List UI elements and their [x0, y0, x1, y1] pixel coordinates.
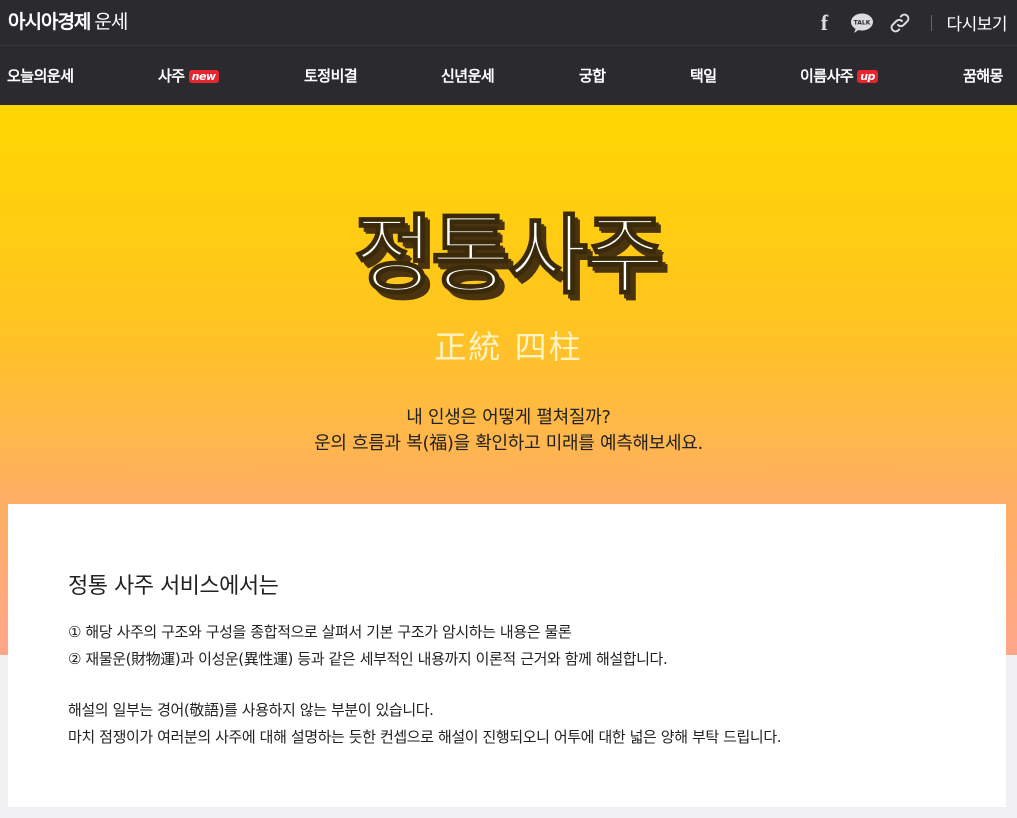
nav-item-label: 택일 [690, 67, 717, 85]
top-bar: 아시아경제 운세 f TALK 다시보기 [0, 0, 1017, 45]
nav-item-name-saju[interactable]: 이름사주 up [800, 46, 878, 106]
nav-item-label: 오늘의운세 [7, 67, 74, 85]
nav-item-compatibility[interactable]: 궁합 [579, 46, 606, 106]
nav-item-label: 신년운세 [441, 67, 495, 85]
hero-hanja: 正統 四柱 [434, 328, 583, 366]
facebook-icon[interactable]: f [811, 10, 837, 36]
hero-desc-line: 내 인생은 어떻게 펼쳐질까? [406, 407, 611, 428]
nav-item-label: 이름사주 [800, 67, 854, 85]
kakaotalk-icon[interactable]: TALK [849, 10, 875, 36]
intro-line: ① 해당 사주의 구조와 구성을 종합적으로 살펴서 기본 구조가 암시하는 내… [68, 623, 572, 641]
hero-desc-line: 운의 흐름과 복(福)을 확인하고 미래를 예측해보세요. [314, 433, 703, 454]
hero-description: 내 인생은 어떻게 펼쳐질까? 운의 흐름과 복(福)을 확인하고 미래를 예측… [0, 405, 1017, 457]
header-actions: f TALK 다시보기 [811, 0, 1008, 45]
nav-item-date-selection[interactable]: 택일 [690, 46, 717, 106]
intro-line: ② 재물운(財物運)과 이성운(異性運) 등과 같은 세부적인 내용까지 이론적… [68, 650, 668, 668]
hero-title: 정통사주 [353, 205, 665, 307]
brand-main: 아시아경제 [8, 11, 91, 33]
intro-line: 마치 점쟁이가 여러분의 사주에 대해 설명하는 듯한 컨셉으로 해설이 진행되… [68, 728, 782, 746]
header-divider [931, 14, 933, 31]
nav-item-tojeong[interactable]: 토정비결 [304, 46, 358, 106]
kakaotalk-label: TALK [854, 19, 871, 26]
nav-item-label: 꿈해몽 [963, 67, 1003, 85]
nav-item-dream[interactable]: 꿈해몽 [963, 46, 1003, 106]
brand-logo[interactable]: 아시아경제 운세 [8, 7, 128, 34]
nav-item-saju[interactable]: 사주 new [158, 46, 219, 106]
intro-card: 정통 사주 서비스에서는 ① 해당 사주의 구조와 구성을 종합적으로 살펴서 … [8, 504, 1006, 807]
intro-title: 정통 사주 서비스에서는 [68, 574, 279, 599]
link-icon[interactable] [887, 10, 913, 36]
nav-item-new-year[interactable]: 신년운세 [441, 46, 495, 106]
nav-item-today-fortune[interactable]: 오늘의운세 [7, 46, 74, 106]
replay-link[interactable]: 다시보기 [946, 10, 1007, 35]
up-badge: up [857, 70, 878, 83]
intro-line: 해설의 일부는 경어(敬語)를 사용하지 않는 부분이 있습니다. [68, 701, 434, 719]
brand-sub: 운세 [94, 11, 128, 33]
new-badge: new [188, 70, 219, 83]
nav-item-label: 토정비결 [304, 67, 358, 85]
main-nav: 오늘의운세 사주 new 토정비결 신년운세 궁합 택일 이름사주 up 꿈해몽 [0, 45, 1017, 105]
nav-item-label: 사주 [158, 67, 185, 85]
nav-item-label: 궁합 [579, 67, 606, 85]
